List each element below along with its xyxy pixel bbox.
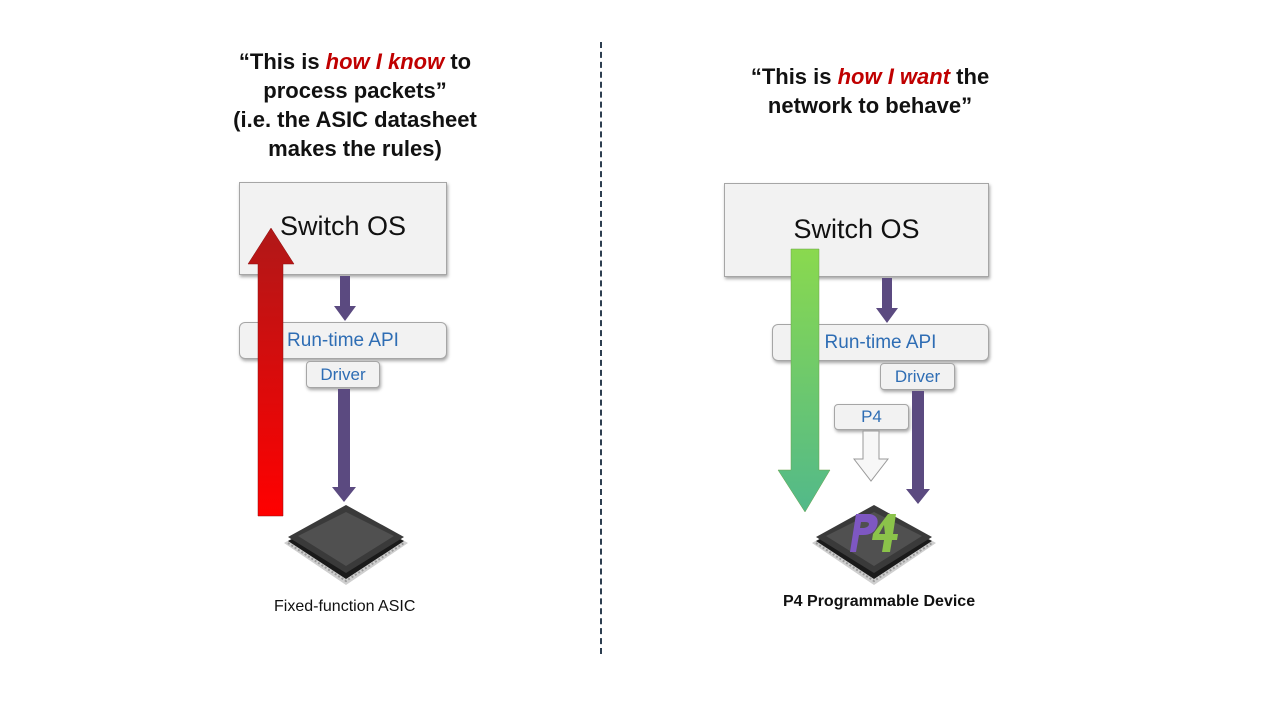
p4-program-box: P4 <box>834 404 909 430</box>
left-switch-os-label: Switch OS <box>279 211 407 241</box>
fixed-function-asic-chip-icon <box>284 505 408 585</box>
p4-logo-icon <box>850 514 898 552</box>
green-down-arrow <box>777 248 831 513</box>
right-driver-label: Driver <box>894 367 941 386</box>
left-os-to-api-arrow <box>334 276 356 321</box>
left-driver-box: Driver <box>306 361 380 388</box>
center-divider <box>600 42 602 654</box>
right-quote: “This is how I want the network to behav… <box>700 62 1040 120</box>
left-quote: “This is how I know to process packets” … <box>190 47 520 163</box>
right-quote-highlight: how I want <box>837 64 951 89</box>
left-quote-line2: process packets” <box>263 78 447 103</box>
left-quote-open: “This is <box>238 49 326 74</box>
left-quote-line4: makes the rules) <box>268 136 442 161</box>
left-quote-rest: to <box>444 49 472 74</box>
left-device-label: Fixed-function ASIC <box>274 598 416 615</box>
p4-to-device-arrow <box>852 430 890 482</box>
left-driver-label: Driver <box>320 365 366 384</box>
left-quote-line3: (i.e. the ASIC datasheet <box>233 107 477 132</box>
right-runtime-api-label: Run-time API <box>824 332 937 353</box>
right-quote-line2: network to behave” <box>767 93 973 118</box>
right-driver-box: Driver <box>880 363 955 390</box>
red-up-arrow <box>247 227 295 517</box>
left-driver-to-asic-arrow <box>332 389 356 502</box>
right-switch-os-label: Switch OS <box>793 214 920 244</box>
left-quote-highlight: how I know <box>325 49 445 74</box>
right-quote-open: “This is <box>750 64 838 89</box>
p4-program-label: P4 <box>861 407 882 426</box>
right-switch-os-box: Switch OS <box>724 183 989 277</box>
right-device-label: P4 Programmable Device <box>783 593 976 610</box>
right-quote-rest: the <box>950 64 990 89</box>
right-os-to-api-arrow <box>876 278 898 323</box>
left-runtime-api-label: Run-time API <box>287 330 399 351</box>
